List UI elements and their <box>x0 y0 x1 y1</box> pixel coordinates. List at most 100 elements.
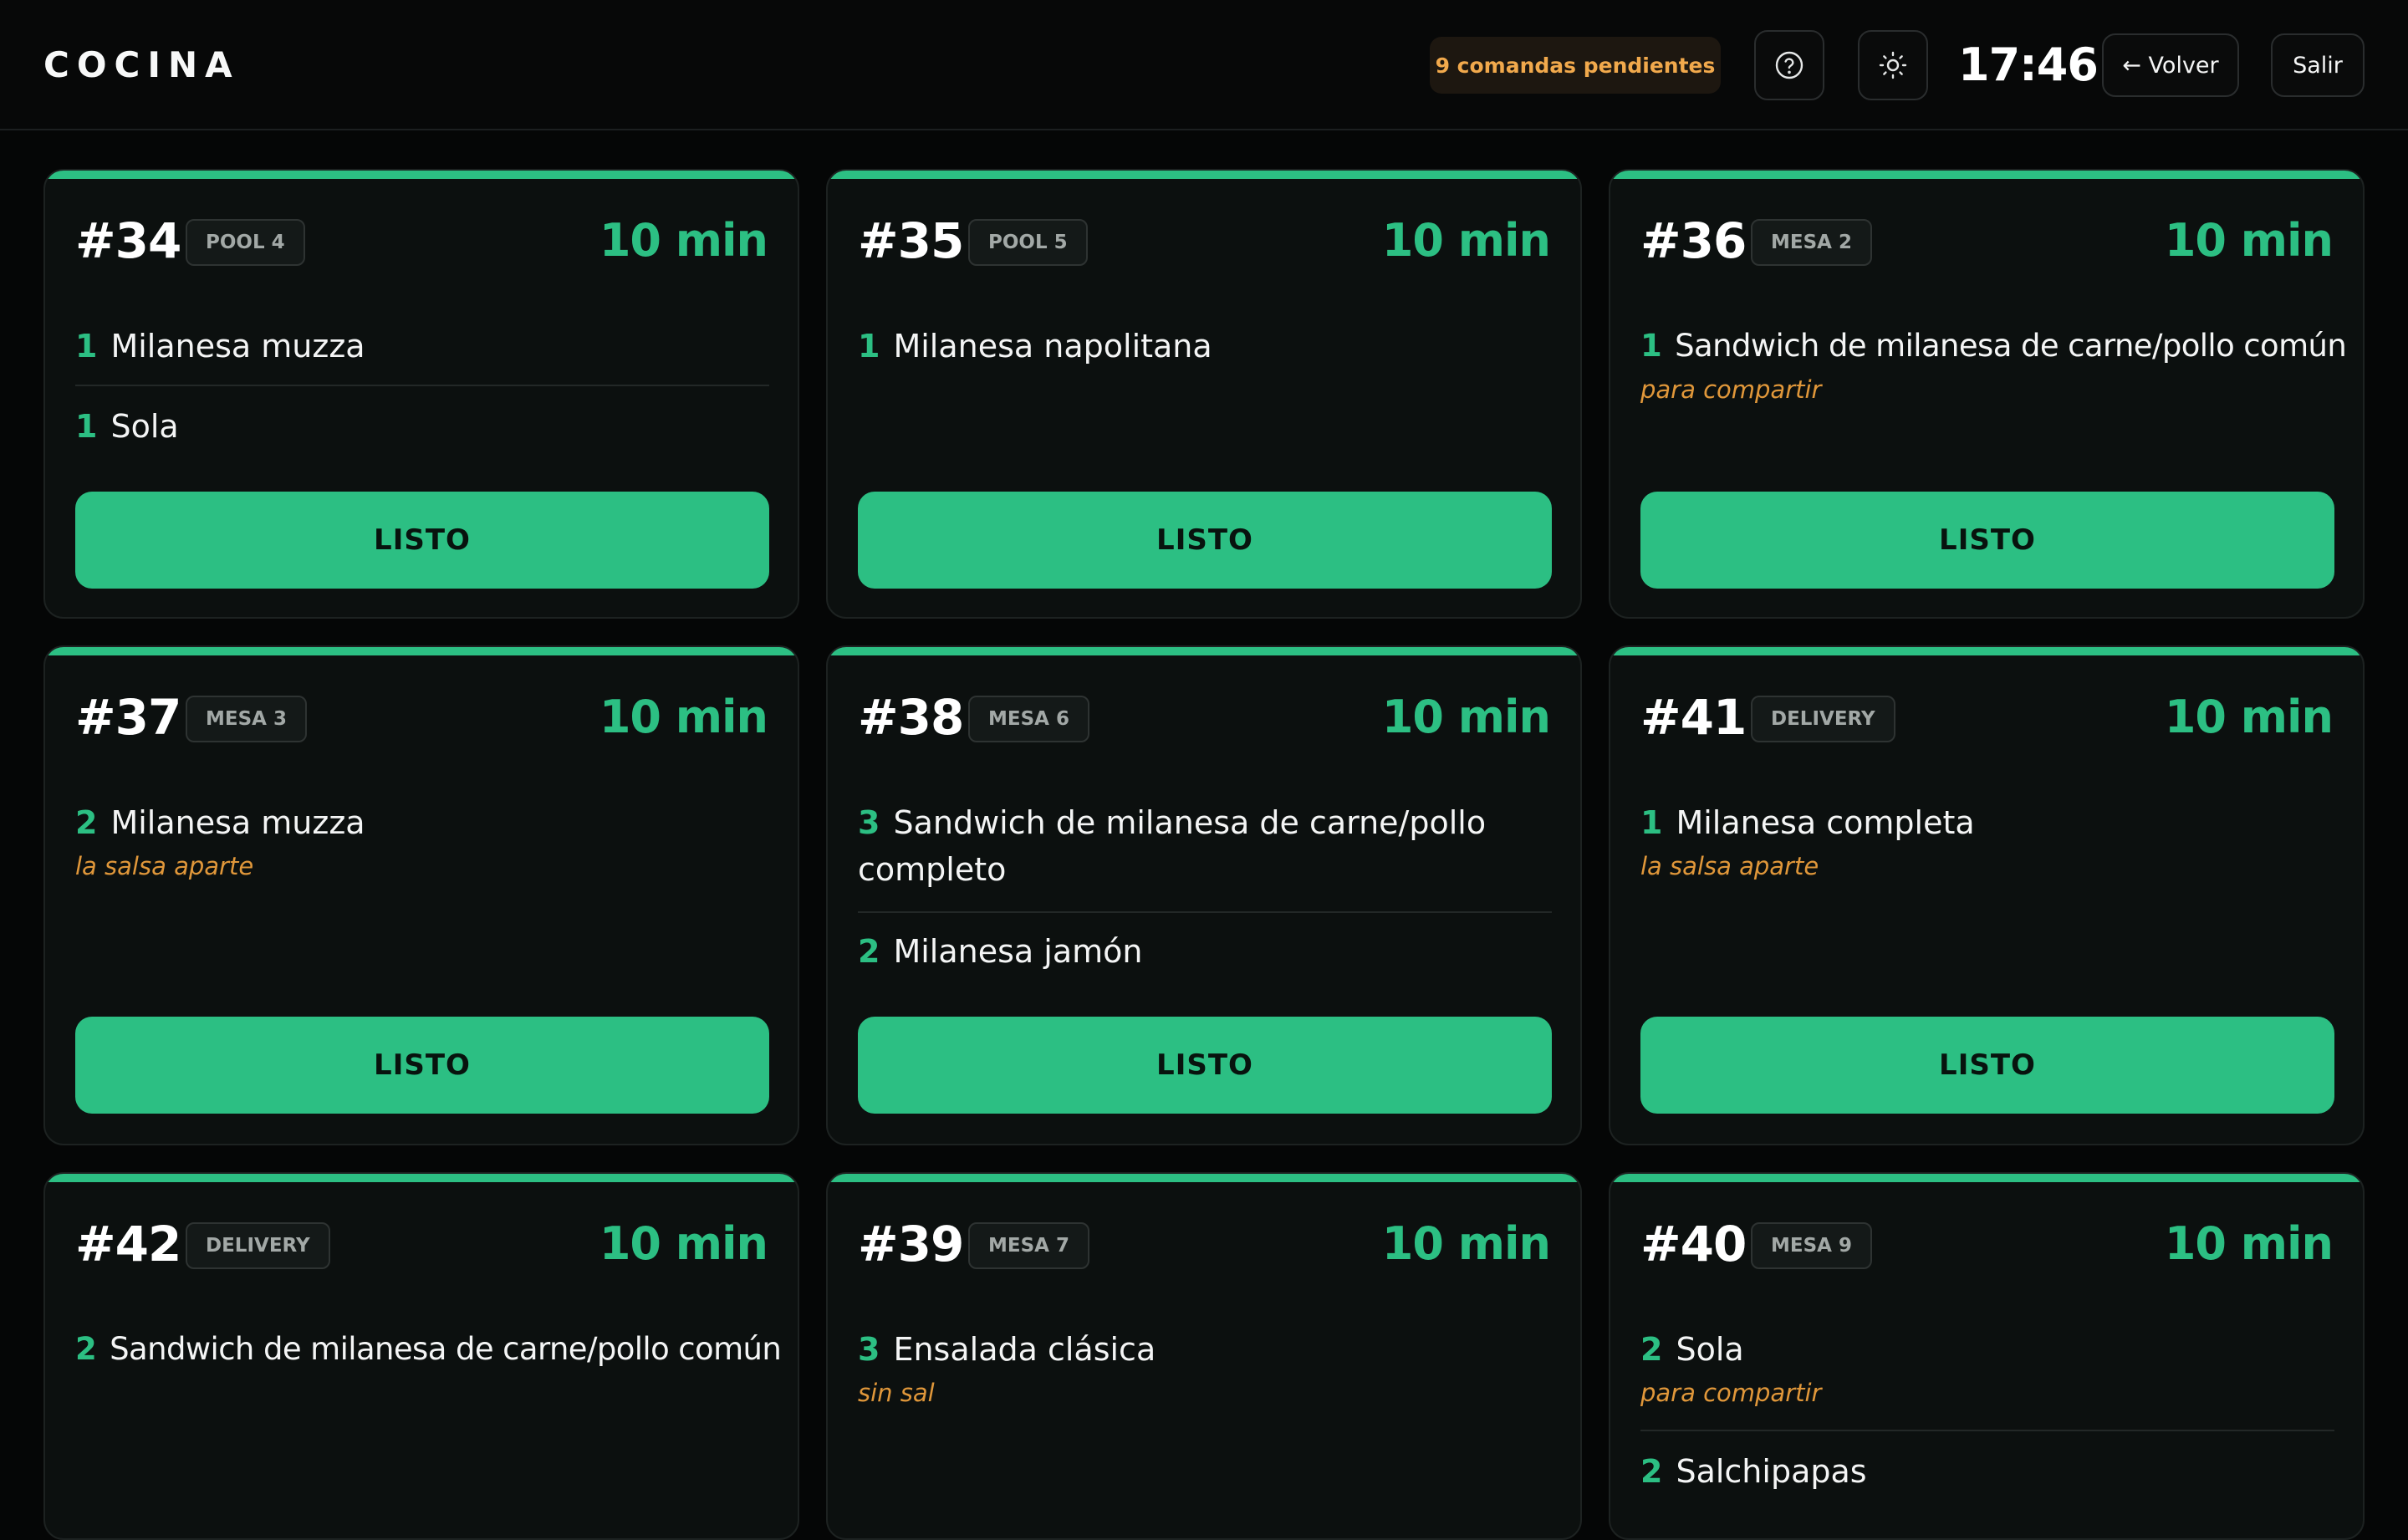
item-name: Sandwich de milanesa de carne/pollo comp… <box>858 804 1487 888</box>
location-badge: DELIVERY <box>1751 696 1895 742</box>
clock: 17:46 <box>1958 38 2099 91</box>
item-name: Ensalada clásica <box>893 1331 1156 1368</box>
order-card: #38 MESA 6 10 min 3 Sandwich de milanesa … <box>826 645 1582 1145</box>
item-quantity: 3 <box>858 1331 880 1368</box>
elapsed-time: 10 min <box>2164 1217 2334 1270</box>
order-card: #42 DELIVERY 10 min 2 Sandwich de milanes… <box>43 1172 799 1540</box>
ready-button[interactable]: LISTO <box>1640 1017 2334 1114</box>
order-number: #37 <box>75 689 181 746</box>
card-accent-bar <box>828 647 1580 655</box>
location-badge: MESA 9 <box>1751 1222 1872 1269</box>
elapsed-time: 10 min <box>2164 214 2334 267</box>
item-quantity: 2 <box>1640 1331 1663 1368</box>
card-accent-bar <box>45 171 798 179</box>
item-quantity: 2 <box>75 804 98 841</box>
back-button[interactable]: ← Volver <box>2102 33 2239 97</box>
item-name: Sandwich de milanesa de carne/pollo comú… <box>110 1331 782 1367</box>
order-item: 1 Sandwich de milanesa de carne/pollo com… <box>1640 323 2347 408</box>
order-item: 2 Salchipapas <box>1640 1448 2336 1495</box>
item-quantity: 2 <box>75 1331 97 1367</box>
elapsed-time: 10 min <box>1381 214 1551 267</box>
order-card: #41 DELIVERY 10 min 1 Milanesa completa l… <box>1609 645 2365 1145</box>
order-card: #37 MESA 3 10 min 2 Milanesa muzza la sal… <box>43 645 799 1145</box>
card-accent-bar <box>45 1174 798 1182</box>
card-accent-bar <box>1610 647 2363 655</box>
item-divider <box>858 911 1552 913</box>
card-accent-bar <box>828 171 1580 179</box>
item-quantity: 1 <box>1640 804 1663 841</box>
elapsed-time: 10 min <box>599 214 768 267</box>
card-accent-bar <box>828 1174 1580 1182</box>
item-note: la salsa aparte <box>75 852 254 880</box>
card-accent-bar <box>1610 1174 2363 1182</box>
item-quantity: 2 <box>1640 1453 1663 1490</box>
order-number: #35 <box>858 212 964 269</box>
location-badge: DELIVERY <box>186 1222 330 1269</box>
top-bar: COCINA 9 comandas pendientes 17:46 ← Vol… <box>0 0 2408 130</box>
item-name: Sola <box>110 408 179 445</box>
location-badge: MESA 2 <box>1751 219 1872 266</box>
item-quantity: 1 <box>1640 328 1662 364</box>
order-card: #36 MESA 2 10 min 1 Sandwich de milanesa … <box>1609 169 2365 619</box>
elapsed-time: 10 min <box>2164 691 2334 743</box>
pending-orders-badge: 9 comandas pendientes <box>1430 37 1721 94</box>
order-item: 1 Milanesa muzza <box>75 323 771 370</box>
item-divider <box>1640 1430 2334 1431</box>
order-item: 2 Milanesa jamón <box>858 928 1553 975</box>
card-accent-bar <box>45 647 798 655</box>
app-title: COCINA <box>43 44 240 85</box>
order-number: #42 <box>75 1216 181 1272</box>
order-number: #34 <box>75 212 181 269</box>
item-name: Milanesa muzza <box>110 804 365 841</box>
order-card: #40 MESA 9 10 min 2 Sola para compartir 2… <box>1609 1172 2365 1540</box>
item-name: Milanesa napolitana <box>893 328 1212 365</box>
elapsed-time: 10 min <box>1381 1217 1551 1270</box>
order-card: #35 POOL 5 10 min 1 Milanesa napolitana L… <box>826 169 1582 619</box>
order-number: #38 <box>858 689 964 746</box>
ready-button[interactable]: LISTO <box>75 492 769 589</box>
order-item: 1 Milanesa completa la salsa aparte <box>1640 799 2336 885</box>
order-item: 1 Milanesa napolitana <box>858 323 1553 370</box>
item-name: Milanesa muzza <box>110 328 365 365</box>
logout-button[interactable]: Salir <box>2271 33 2365 97</box>
item-quantity: 3 <box>858 804 880 841</box>
item-note: la salsa aparte <box>1640 852 1819 880</box>
ready-button[interactable]: LISTO <box>858 492 1552 589</box>
order-number: #40 <box>1640 1216 1747 1272</box>
location-badge: POOL 4 <box>186 219 305 266</box>
ready-button[interactable]: LISTO <box>858 1017 1552 1114</box>
order-item: 2 Milanesa muzza la salsa aparte <box>75 799 771 885</box>
elapsed-time: 10 min <box>1381 691 1551 743</box>
order-item: 3 Ensalada clásica sin sal <box>858 1326 1553 1411</box>
item-divider <box>75 385 769 386</box>
order-number: #41 <box>1640 689 1747 746</box>
sun-icon <box>1878 50 1908 80</box>
elapsed-time: 10 min <box>599 1217 768 1270</box>
location-badge: MESA 6 <box>968 696 1089 742</box>
item-note: para compartir <box>1640 375 1822 404</box>
theme-toggle-button[interactable] <box>1858 30 1928 100</box>
order-item: 2 Sola para compartir <box>1640 1326 2336 1411</box>
item-quantity: 1 <box>75 328 98 365</box>
item-note: para compartir <box>1640 1379 1822 1407</box>
location-badge: MESA 7 <box>968 1222 1089 1269</box>
question-circle-icon <box>1774 50 1804 80</box>
order-card: #39 MESA 7 10 min 3 Ensalada clásica sin … <box>826 1172 1582 1540</box>
item-name: Sandwich de milanesa de carne/pollo comú… <box>1675 328 2347 364</box>
item-quantity: 1 <box>858 328 880 365</box>
item-quantity: 1 <box>75 408 98 445</box>
help-button[interactable] <box>1754 30 1824 100</box>
item-quantity: 2 <box>858 933 880 970</box>
order-number: #39 <box>858 1216 964 1272</box>
item-name: Sola <box>1676 1331 1744 1368</box>
item-note: sin sal <box>858 1379 935 1407</box>
order-item: 3 Sandwich de milanesa de carne/pollo com… <box>858 799 1553 893</box>
item-name: Salchipapas <box>1676 1453 1867 1490</box>
item-name: Milanesa jamón <box>893 933 1143 970</box>
card-accent-bar <box>1610 171 2363 179</box>
location-badge: MESA 3 <box>186 696 307 742</box>
ready-button[interactable]: LISTO <box>1640 492 2334 589</box>
order-card: #34 POOL 4 10 min 1 Milanesa muzza 1 Sola … <box>43 169 799 619</box>
order-item: 1 Sola <box>75 403 771 450</box>
ready-button[interactable]: LISTO <box>75 1017 769 1114</box>
